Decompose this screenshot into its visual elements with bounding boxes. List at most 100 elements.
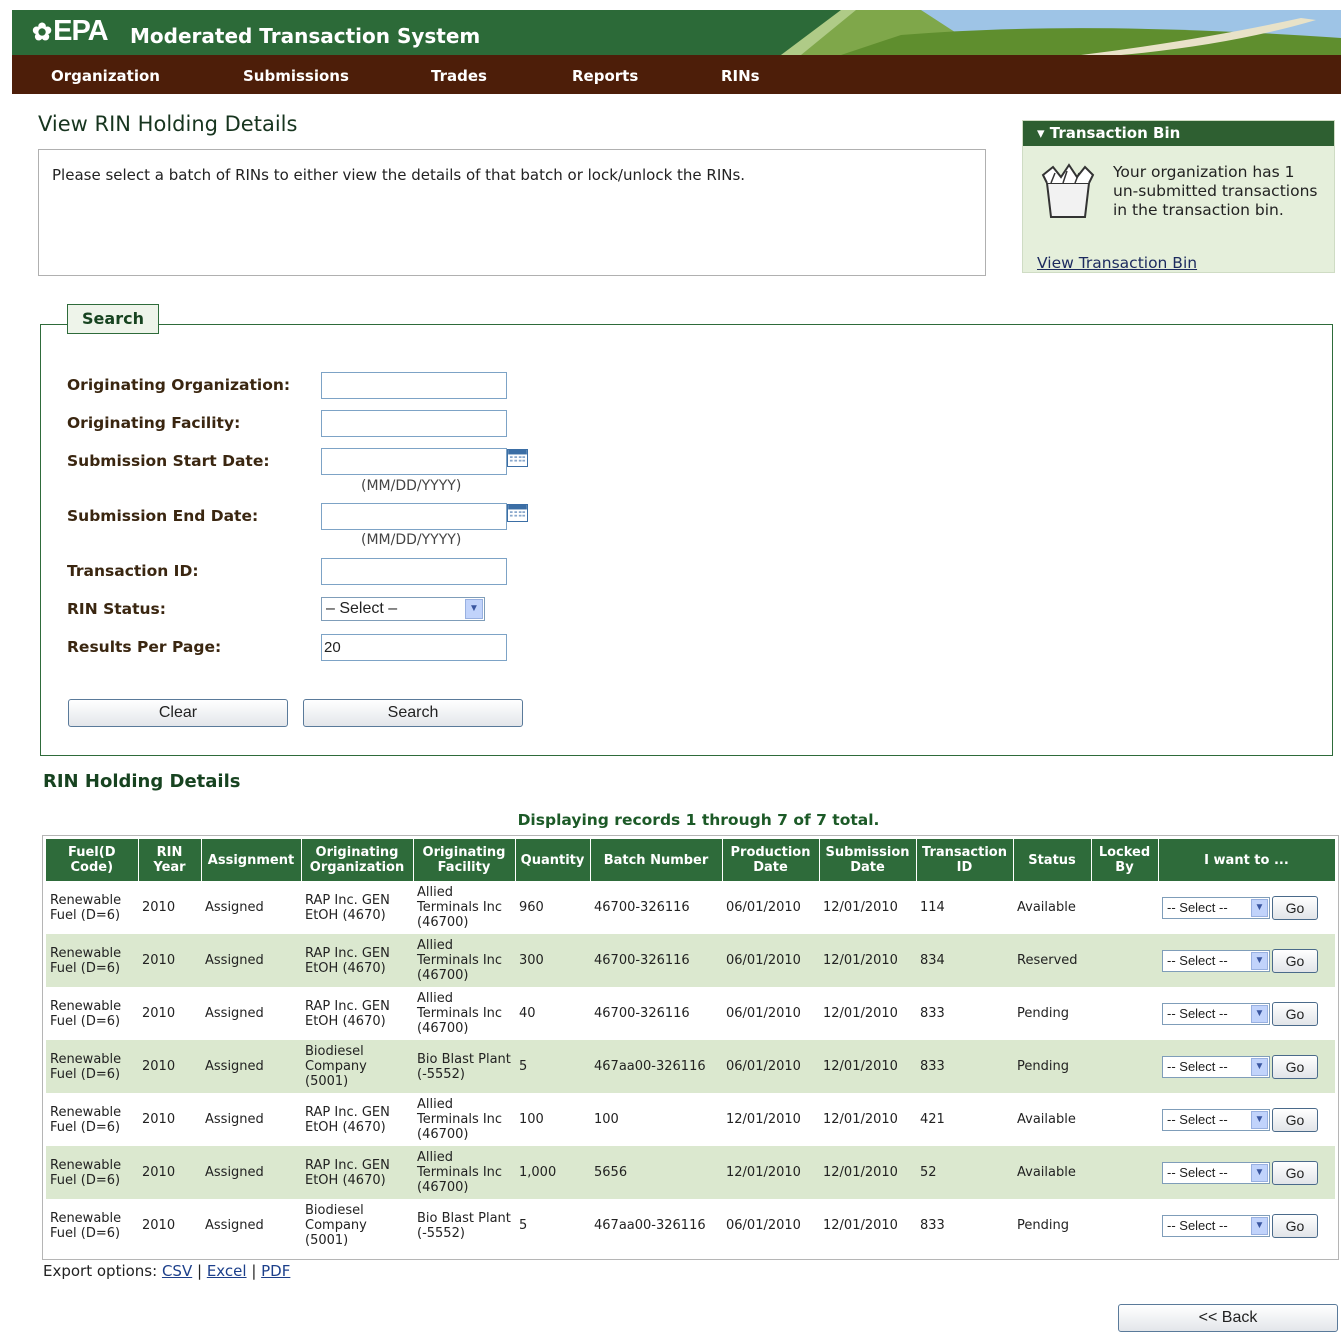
chevron-down-icon: ▼ [1251,1163,1268,1182]
chevron-down-icon: ▼ [1251,951,1268,970]
results-per-page-input[interactable]: 20 [321,634,507,661]
cell-facility: Allied Terminals Inc (46700) [417,1097,503,1142]
submission-start-date-input[interactable] [321,448,507,475]
table-row[interactable]: Renewable Fuel (D=6) 2010 Assigned RAP Inc.… [46,1146,1335,1199]
row-action-selected: -- Select -- [1167,1164,1228,1180]
cell-fuel: Renewable Fuel (D=6) [46,934,138,987]
nav-submissions[interactable]: Submissions [243,67,349,85]
cell-production: 06/01/2010 [722,934,819,987]
export-excel-link[interactable]: Excel [207,1262,247,1280]
column-header[interactable]: Originating Facility [413,839,516,881]
nav-rins[interactable]: RINs [721,67,760,85]
nav-organization[interactable]: Organization [51,67,160,85]
cell-submission: 12/01/2010 [823,1218,898,1233]
cell-assignment: Assigned [201,1146,301,1199]
table-row[interactable]: Renewable Fuel (D=6) 2010 Assigned RAP Inc.… [46,881,1335,934]
column-header[interactable]: Status [1013,839,1092,881]
submission-end-date-input[interactable] [321,503,507,530]
cell-quantity: 960 [519,900,544,915]
cell-submission: 12/01/2010 [823,900,898,915]
cell-locked-by [1091,934,1158,987]
cell-quantity: 300 [515,934,590,987]
cell-batch: 467aa00-326116 [590,1040,722,1093]
table-row[interactable]: Renewable Fuel (D=6) 2010 Assigned Biodiese… [46,1040,1335,1093]
cell-locked-by [1091,1093,1158,1146]
page-title: View RIN Holding Details [38,112,298,136]
go-button[interactable]: Go [1272,1213,1318,1238]
column-header[interactable]: Quantity [515,839,591,881]
column-header[interactable]: RIN Year [138,839,202,881]
go-button[interactable]: Go [1272,1107,1318,1132]
cell-locked-by [1091,987,1158,1040]
column-header[interactable]: Submission Date [819,839,917,881]
cell-status: Reserved [1013,934,1091,987]
chevron-down-icon: ▼ [1251,1216,1268,1235]
column-header[interactable]: Production Date [722,839,820,881]
cell-assignment: Assigned [205,900,264,915]
go-button[interactable]: Go [1272,1054,1318,1079]
row-action-select[interactable]: -- Select -- ▼ [1162,896,1270,919]
row-action-select[interactable]: -- Select -- ▼ [1162,1108,1270,1131]
column-header[interactable]: Fuel(D Code) [46,839,139,881]
cell-year: 2010 [142,900,176,915]
start-date-calendar-icon[interactable] [507,449,528,467]
cell-production: 06/01/2010 [726,900,801,915]
go-button[interactable]: Go [1272,948,1318,973]
column-header[interactable]: Batch Number [590,839,723,881]
cell-org: Biodiesel Company (5001) [305,1203,367,1248]
transaction-id-label: Transaction ID: [67,562,199,580]
table-row[interactable]: Renewable Fuel (D=6) 2010 Assigned Biodiese… [46,1199,1335,1252]
table-header-row: Fuel(D Code) RIN Year Assignment Origina… [46,839,1336,881]
search-legend: Search [67,304,159,334]
transaction-id-input[interactable] [321,558,507,585]
row-action-select[interactable]: -- Select -- ▼ [1162,949,1270,972]
cell-quantity: 1,000 [515,1146,590,1199]
row-action-select[interactable]: -- Select -- ▼ [1162,1002,1270,1025]
nav-reports[interactable]: Reports [572,67,638,85]
column-header[interactable]: Originating Organization [301,839,414,881]
view-transaction-bin-link[interactable]: View Transaction Bin [1037,254,1197,272]
table-row[interactable]: Renewable Fuel (D=6) 2010 Assigned RAP Inc.… [46,987,1335,1040]
go-button[interactable]: Go [1272,895,1318,920]
export-csv-link[interactable]: CSV [162,1262,192,1280]
cell-transaction: 834 [916,934,1013,987]
epa-logo[interactable]: ✿EPA [32,15,109,48]
transaction-bin-header[interactable]: ▾ Transaction Bin [1023,121,1334,146]
cell-year: 2010 [142,1218,176,1233]
column-header[interactable]: Locked By [1091,839,1159,881]
cell-fuel: Renewable Fuel (D=6) [46,1040,138,1093]
cell-locked-by [1091,1199,1158,1252]
originating-organization-input[interactable] [321,372,507,399]
rin-status-select[interactable]: – Select – ▼ [321,597,485,621]
end-date-format-hint: (MM/DD/YYYY) [361,532,462,548]
cell-year: 2010 [138,934,201,987]
table-row[interactable]: Renewable Fuel (D=6) 2010 Assigned RAP Inc.… [46,1093,1335,1146]
row-action-select[interactable]: -- Select -- ▼ [1162,1161,1270,1184]
cell-quantity: 40 [519,1006,536,1021]
epa-flower-icon: ✿ [32,19,52,46]
search-button[interactable]: Search [303,699,523,727]
app-header: ✿EPA Moderated Transaction System [12,10,1341,55]
nav-trades[interactable]: Trades [431,67,487,85]
cell-transaction: 52 [916,1146,1013,1199]
clear-button[interactable]: Clear [68,699,288,727]
originating-facility-input[interactable] [321,410,507,437]
table-row[interactable]: Renewable Fuel (D=6) 2010 Assigned RAP Inc.… [46,934,1335,987]
row-action-select[interactable]: -- Select -- ▼ [1162,1214,1270,1237]
row-action-select[interactable]: -- Select -- ▼ [1162,1055,1270,1078]
go-button[interactable]: Go [1272,1160,1318,1185]
row-action-selected: -- Select -- [1167,1005,1228,1021]
transaction-bin-icon [1041,163,1095,218]
cell-batch: 5656 [590,1146,722,1199]
go-button[interactable]: Go [1272,1001,1318,1026]
cell-status: Available [1017,1112,1076,1127]
column-header[interactable]: Transaction ID [916,839,1014,881]
cell-facility: Allied Terminals Inc (46700) [413,934,515,987]
cell-assignment: Assigned [205,1112,264,1127]
row-action-selected: -- Select -- [1167,1217,1228,1233]
export-pdf-link[interactable]: PDF [261,1262,290,1280]
end-date-calendar-icon[interactable] [507,504,528,522]
column-header[interactable]: Assignment [201,839,302,881]
cell-assignment: Assigned [205,1218,264,1233]
cell-facility: Allied Terminals Inc (46700) [417,991,503,1036]
